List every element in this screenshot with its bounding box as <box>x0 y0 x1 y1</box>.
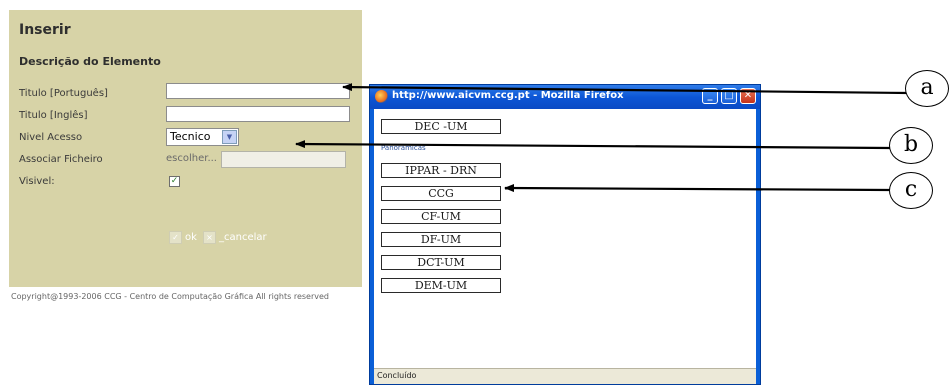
callout-b: b <box>889 127 933 164</box>
arrow-b <box>295 140 891 150</box>
callout-arrows <box>295 83 909 193</box>
callout-a: a <box>905 70 949 107</box>
arrow-a <box>342 83 909 95</box>
callout-c: c <box>889 172 933 209</box>
arrow-c <box>504 184 891 193</box>
